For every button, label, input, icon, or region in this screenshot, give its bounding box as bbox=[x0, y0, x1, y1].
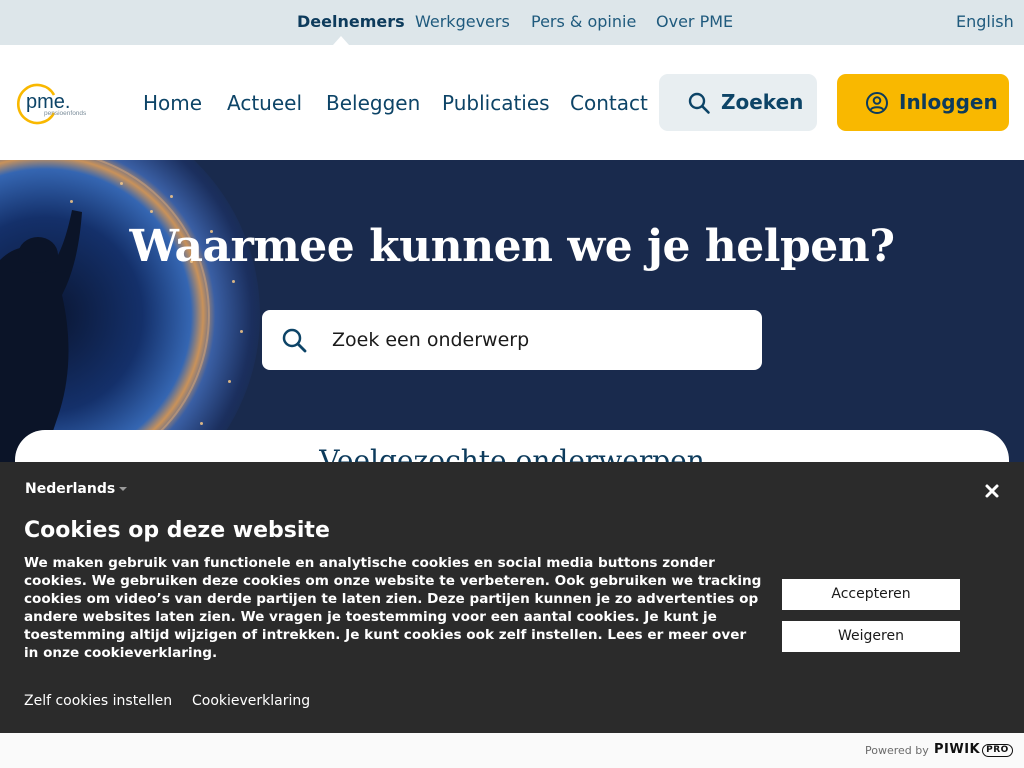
cookie-title: Cookies op deze website bbox=[24, 518, 330, 543]
hero-search-input[interactable] bbox=[332, 324, 732, 356]
nav-home[interactable]: Home bbox=[143, 91, 202, 115]
cookie-language-select[interactable]: Nederlands bbox=[25, 481, 128, 497]
cookie-body-text: We maken gebruik van functionele en anal… bbox=[24, 555, 762, 661]
language-link-english[interactable]: English bbox=[956, 0, 1014, 45]
spark bbox=[240, 330, 243, 333]
close-icon[interactable] bbox=[983, 482, 1001, 500]
nav-publicaties[interactable]: Publicaties bbox=[442, 91, 550, 115]
spark bbox=[200, 422, 203, 425]
audience-link-deelnemers[interactable]: Deelnemers bbox=[297, 0, 405, 45]
reject-cookies-button[interactable]: Weigeren bbox=[782, 621, 960, 652]
powered-by-strip: Powered by PIWIK PRO bbox=[0, 733, 1024, 768]
cookie-language-label: Nederlands bbox=[25, 481, 116, 497]
search-icon bbox=[282, 328, 307, 353]
accept-cookies-button[interactable]: Accepteren bbox=[782, 579, 960, 610]
hero-title: Waarmee kunnen we je helpen? bbox=[129, 221, 895, 272]
nav-beleggen[interactable]: Beleggen bbox=[326, 91, 420, 115]
hero-search-box[interactable] bbox=[262, 310, 762, 370]
audience-bar: Deelnemers Werkgevers Pers & opinie Over… bbox=[0, 0, 1024, 45]
active-audience-caret bbox=[333, 36, 349, 45]
spark bbox=[232, 280, 235, 283]
main-header: pme. pensioenfonds Home Actueel Beleggen… bbox=[0, 45, 1024, 160]
cookie-settings-link[interactable]: Zelf cookies instellen bbox=[24, 693, 172, 709]
login-button[interactable]: Inloggen bbox=[837, 74, 1009, 131]
search-icon bbox=[688, 92, 710, 114]
powered-by-label: Powered by bbox=[865, 744, 929, 757]
header-search-label: Zoeken bbox=[721, 90, 804, 114]
piwik-brand-text: PIWIK bbox=[934, 742, 981, 757]
cookie-policy-link[interactable]: Cookieverklaring bbox=[192, 693, 310, 709]
chevron-down-icon bbox=[119, 487, 128, 491]
header-search-button[interactable]: Zoeken bbox=[659, 74, 817, 131]
audience-link-pers-opinie[interactable]: Pers & opinie bbox=[531, 0, 636, 45]
spark bbox=[150, 210, 153, 213]
login-label: Inloggen bbox=[899, 90, 998, 114]
spark bbox=[228, 380, 231, 383]
piwik-pro-logo[interactable]: PIWIK PRO bbox=[934, 742, 1013, 757]
hero-section: Waarmee kunnen we je helpen? bbox=[0, 160, 1024, 470]
spark bbox=[120, 182, 123, 185]
nav-actueel[interactable]: Actueel bbox=[227, 91, 302, 115]
piwik-pro-badge: PRO bbox=[982, 744, 1013, 757]
pme-logo-mark: pme. pensioenfonds bbox=[16, 83, 87, 125]
spark bbox=[170, 195, 173, 198]
audience-link-over-pme[interactable]: Over PME bbox=[656, 0, 733, 45]
pme-logo[interactable]: pme. pensioenfonds bbox=[14, 81, 104, 125]
logo-subtext: pensioenfonds bbox=[44, 110, 87, 117]
cookie-banner: Nederlands Cookies op deze website We ma… bbox=[0, 462, 1024, 733]
user-circle-icon bbox=[866, 92, 888, 114]
nav-contact[interactable]: Contact bbox=[570, 91, 648, 115]
audience-link-werkgevers[interactable]: Werkgevers bbox=[415, 0, 510, 45]
